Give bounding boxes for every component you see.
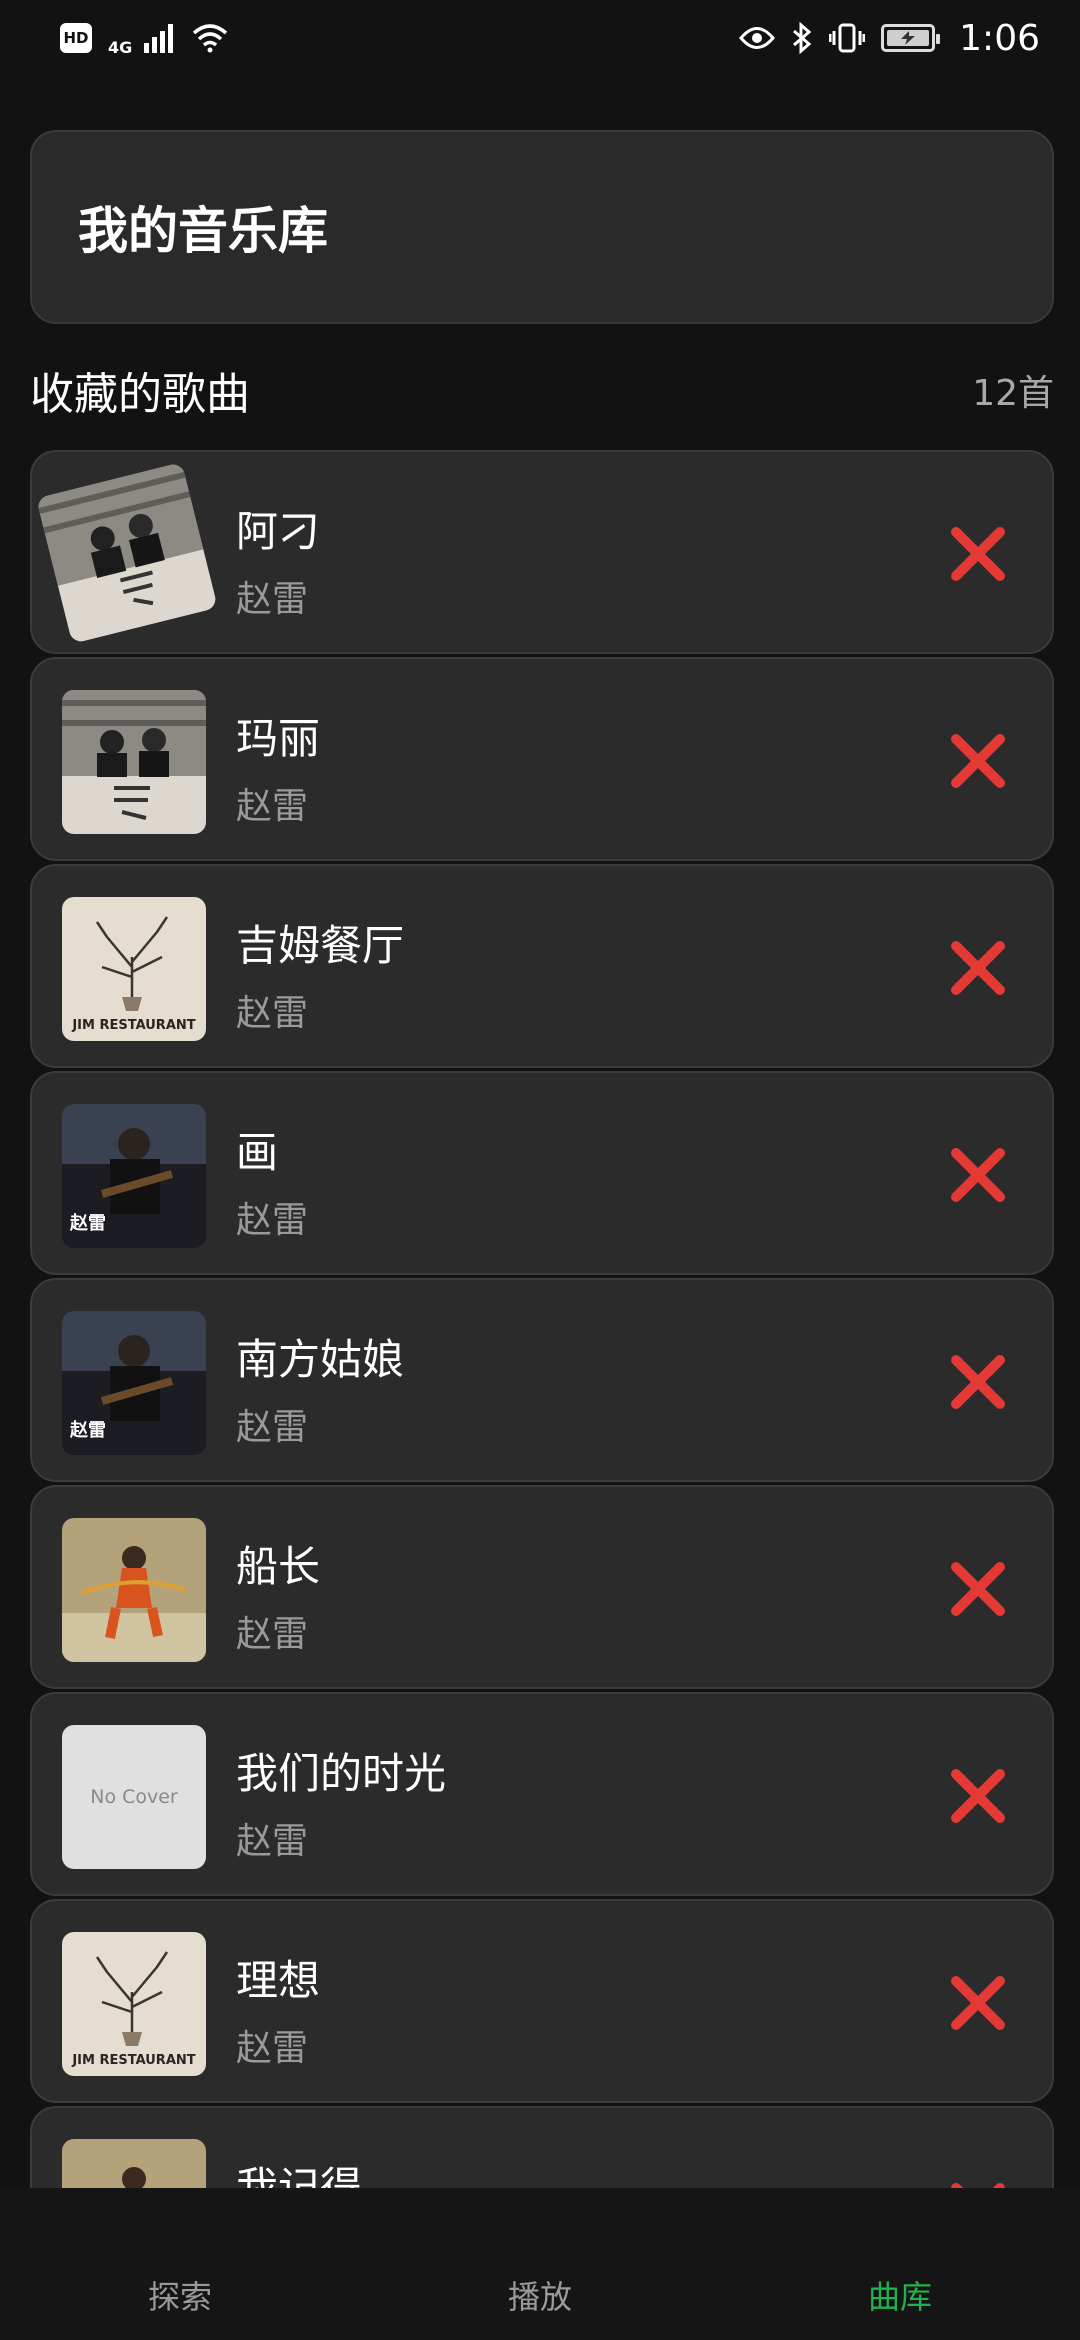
remove-favorite-button[interactable] (948, 731, 1008, 791)
album-cover (36, 462, 218, 644)
status-right: 1:06 (739, 18, 1040, 59)
status-left: HD 4G (60, 20, 228, 57)
song-artist: 赵雷 (236, 2028, 309, 2069)
remove-favorite-button[interactable] (948, 1145, 1008, 1205)
song-title: 阿刁 (236, 507, 321, 556)
song-item[interactable]: JIM RESTAURANT 理想 赵雷 (30, 1899, 1054, 2103)
song-title: 吉姆餐厅 (236, 921, 405, 970)
song-artist: 赵雷 (236, 993, 309, 1034)
song-title: 画 (236, 1128, 279, 1177)
song-title: 我记得 (236, 2163, 363, 2188)
remove-favorite-button[interactable] (948, 1766, 1008, 1826)
svg-text:赵雷: 赵雷 (69, 1212, 106, 1234)
wifi-icon (192, 23, 228, 53)
cover-text: JIM RESTAURANT (71, 2053, 195, 2068)
close-icon (951, 1562, 1005, 1616)
app-screen: HD 4G 1:06 我的音乐库 收藏的歌曲 12首 阿刁 赵雷 玛丽 赵雷 J… (0, 0, 1080, 2340)
album-cover (62, 2139, 206, 2188)
remove-favorite-button[interactable] (948, 1559, 1008, 1619)
song-artist: 赵雷 (236, 1200, 309, 1241)
song-item[interactable]: No Cover 我们的时光 赵雷 (30, 1692, 1054, 1896)
remove-favorite-button[interactable] (948, 524, 1008, 584)
album-cover (62, 690, 206, 834)
album-cover: 赵雷 (62, 1311, 206, 1455)
song-count: 12首 (972, 373, 1054, 414)
library-header-card: 我的音乐库 (30, 130, 1054, 324)
close-icon (951, 941, 1005, 995)
song-item[interactable]: 阿刁 赵雷 (30, 450, 1054, 654)
song-title: 我们的时光 (236, 1749, 447, 1798)
close-icon (951, 1976, 1005, 2030)
svg-text:赵雷: 赵雷 (69, 1419, 106, 1441)
vibrate-icon (829, 22, 866, 54)
song-artist: 赵雷 (236, 1407, 309, 1448)
song-item[interactable]: 船长 赵雷 (30, 1485, 1054, 1689)
close-icon (951, 527, 1005, 581)
album-cover-placeholder: No Cover (62, 1725, 206, 1869)
song-title: 南方姑娘 (236, 1335, 405, 1384)
cover-text: JIM RESTAURANT (71, 1018, 195, 1033)
song-artist: 赵雷 (236, 786, 309, 827)
song-item[interactable]: 我记得 赵雷 (30, 2106, 1054, 2188)
bottom-nav: 探索 播放 曲库 (0, 2188, 1080, 2340)
nav-tab-explore[interactable]: 探索 (0, 2272, 360, 2318)
network-type: 4G (108, 37, 133, 57)
song-artist: 赵雷 (236, 579, 309, 620)
page-title: 我的音乐库 (78, 202, 328, 260)
no-cover-text: No Cover (90, 1786, 178, 1808)
signal-icon (142, 21, 176, 55)
song-artist: 赵雷 (236, 1821, 309, 1862)
album-cover: 赵雷 (62, 1104, 206, 1248)
remove-favorite-button[interactable] (948, 2180, 1008, 2188)
remove-favorite-button[interactable] (948, 1973, 1008, 2033)
album-cover: JIM RESTAURANT (62, 897, 206, 1041)
song-item[interactable]: 赵雷 画 赵雷 (30, 1071, 1054, 1275)
nav-tab-library[interactable]: 曲库 (720, 2272, 1080, 2318)
hd-icon: HD (60, 23, 92, 53)
song-item[interactable]: 玛丽 赵雷 (30, 657, 1054, 861)
favorite-songs-list[interactable]: 阿刁 赵雷 玛丽 赵雷 JIM RESTAURANT 吉姆餐厅 赵雷 赵雷 画 … (30, 450, 1054, 2188)
close-icon (951, 1355, 1005, 1409)
song-item[interactable]: 赵雷 南方姑娘 赵雷 (30, 1278, 1054, 1482)
song-title: 理想 (236, 1956, 321, 2005)
album-cover (62, 1518, 206, 1662)
bluetooth-icon (791, 22, 813, 54)
status-time: 1:06 (959, 17, 1040, 59)
battery-charging-icon (881, 24, 941, 52)
close-icon (951, 734, 1005, 788)
eye-icon (739, 25, 776, 51)
close-icon (951, 1769, 1005, 1823)
album-cover: JIM RESTAURANT (62, 1932, 206, 2076)
remove-favorite-button[interactable] (948, 1352, 1008, 1412)
song-artist: 赵雷 (236, 1614, 309, 1655)
status-bar: HD 4G 1:06 (0, 0, 1080, 76)
song-title: 船长 (236, 1542, 321, 1591)
song-item[interactable]: JIM RESTAURANT 吉姆餐厅 赵雷 (30, 864, 1054, 1068)
song-title: 玛丽 (236, 714, 321, 763)
nav-tab-play[interactable]: 播放 (360, 2272, 720, 2318)
favorites-section-header: 收藏的歌曲 12首 (30, 360, 1054, 420)
close-icon (951, 1148, 1005, 1202)
remove-favorite-button[interactable] (948, 938, 1008, 998)
section-title: 收藏的歌曲 (30, 369, 250, 420)
